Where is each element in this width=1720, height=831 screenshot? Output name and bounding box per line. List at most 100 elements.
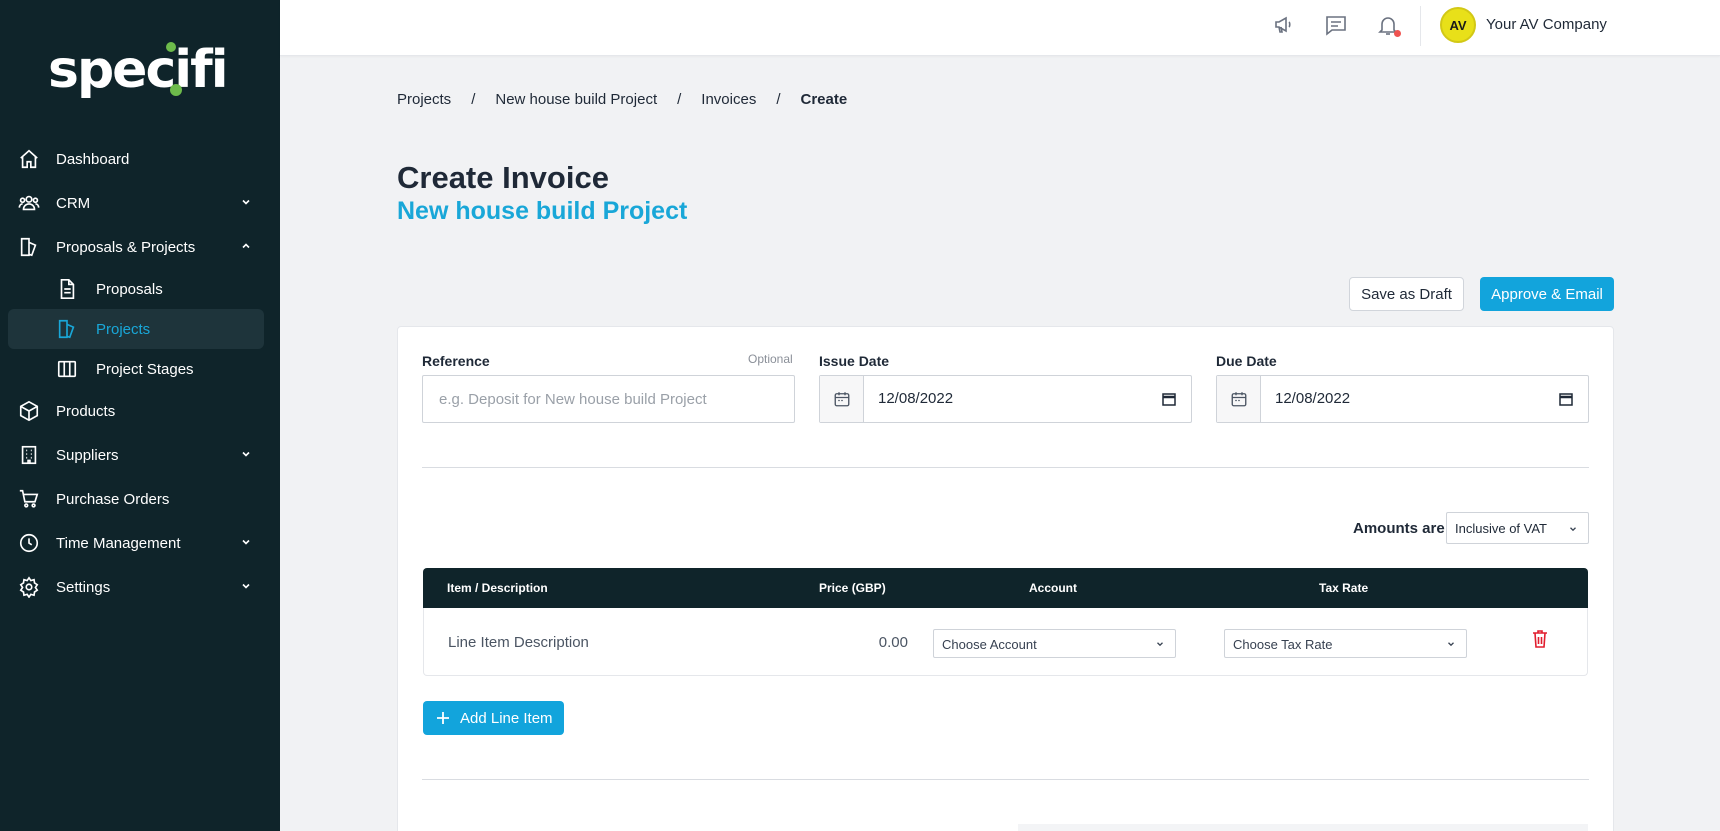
chevron-down-icon	[1157, 642, 1163, 647]
reference-label: Reference	[422, 353, 490, 369]
add-line-item-button[interactable]: Add Line Item	[423, 701, 564, 735]
optional-hint: Optional	[748, 352, 793, 366]
sidebar-item-purchase-orders[interactable]: Purchase Orders	[8, 477, 264, 521]
save-as-draft-button[interactable]: Save as Draft	[1349, 277, 1464, 311]
sidebar-item-products[interactable]: Products	[8, 389, 264, 433]
logo-text: specifi	[48, 40, 229, 100]
sidebar-item-label: CRM	[56, 194, 91, 212]
chevron-down-icon	[242, 583, 250, 589]
page-subtitle: New house build Project	[397, 197, 688, 225]
line-item-description[interactable]: Line Item Description	[448, 634, 589, 651]
sidebar-item-suppliers[interactable]: Suppliers	[8, 433, 264, 477]
megaphone-icon[interactable]	[1272, 13, 1296, 37]
sidebar-item-label: Proposals	[96, 280, 163, 298]
document-icon	[60, 279, 75, 299]
sidebar-item-crm[interactable]: CRM	[8, 181, 264, 225]
trash-icon[interactable]	[1531, 629, 1549, 649]
specifi-logo[interactable]: specifi	[48, 36, 229, 100]
breadcrumb: Projects / New house build Project / Inv…	[397, 91, 847, 108]
page-title: Create Invoice	[397, 160, 609, 195]
sidebar-item-proposals-projects[interactable]: Proposals & Projects	[8, 225, 264, 269]
notification-dot	[1394, 30, 1401, 37]
section-divider	[422, 779, 1589, 780]
chevron-down-icon	[242, 199, 250, 205]
issue-date-label: Issue Date	[819, 353, 890, 369]
calendar-icon	[834, 392, 849, 407]
cart-icon	[19, 489, 39, 508]
sidebar-item-project-stages[interactable]: Project Stages	[8, 349, 264, 389]
chevron-up-icon	[242, 243, 250, 249]
date-picker-icon[interactable]	[1558, 391, 1574, 407]
header-tax-rate: Tax Rate	[1319, 581, 1369, 595]
company-name[interactable]: Your AV Company	[1486, 16, 1607, 33]
sidebar-item-projects[interactable]: Projects	[8, 309, 264, 349]
account-select-value: Choose Account	[942, 637, 1037, 652]
sidebar-item-label: Time Management	[56, 534, 181, 552]
reference-input[interactable]	[422, 375, 795, 423]
sidebar: specifi Dashboard CRM Proposals & Projec…	[0, 0, 280, 831]
line-item-price[interactable]: 0.00	[854, 634, 908, 651]
avatar-initials: AV	[1449, 17, 1467, 33]
amounts-are-label: Amounts are	[1353, 520, 1445, 537]
chevron-down-icon	[242, 451, 250, 457]
chat-icon[interactable]	[1324, 13, 1348, 37]
breadcrumb-separator: /	[471, 91, 476, 108]
due-date-icon-cell	[1217, 376, 1261, 422]
table-row: Line Item Description 0.00 Choose Accoun…	[423, 608, 1588, 676]
topbar: AV Your AV Company	[280, 0, 1720, 56]
users-icon	[18, 195, 40, 211]
sidebar-item-dashboard[interactable]: Dashboard	[8, 137, 264, 181]
breadcrumb-separator: /	[677, 91, 682, 108]
date-picker-icon[interactable]	[1161, 391, 1177, 407]
sidebar-item-label: Purchase Orders	[56, 490, 170, 508]
home-icon	[20, 149, 38, 169]
avatar[interactable]: AV	[1440, 7, 1476, 43]
breadcrumb-separator: /	[776, 91, 781, 108]
totals-panel	[1018, 824, 1588, 831]
box-icon	[19, 400, 39, 422]
logo-dot	[166, 42, 176, 52]
add-line-item-label: Add Line Item	[460, 709, 553, 727]
line-items-header: Item / Description Price (GBP) Account T…	[423, 568, 1588, 608]
chevron-down-icon	[1448, 642, 1454, 647]
columns-icon	[57, 360, 77, 378]
sidebar-item-label: Settings	[56, 578, 111, 596]
sidebar-item-label: Projects	[96, 320, 151, 338]
tax-rate-select[interactable]: Choose Tax Rate	[1224, 629, 1467, 658]
sidebar-item-label: Products	[56, 402, 116, 420]
tax-rate-select-value: Choose Tax Rate	[1233, 637, 1333, 652]
header-price: Price (GBP)	[819, 581, 886, 595]
building-icon	[21, 445, 37, 465]
issue-date-icon-cell	[820, 376, 864, 422]
sidebar-nav: Dashboard CRM Proposals & Projects Propo…	[8, 137, 264, 609]
issue-date-value: 12/08/2022	[878, 390, 954, 407]
due-date-value: 12/08/2022	[1275, 390, 1351, 407]
projects-icon	[58, 319, 75, 339]
amounts-select[interactable]: Inclusive of VAT	[1446, 512, 1589, 544]
logo-dot-green	[170, 84, 182, 96]
clock-icon	[19, 533, 39, 553]
sidebar-item-label: Project Stages	[96, 360, 194, 378]
sidebar-item-settings[interactable]: Settings	[8, 565, 264, 609]
sidebar-item-label: Suppliers	[56, 446, 119, 464]
approve-email-button[interactable]: Approve & Email	[1480, 277, 1614, 311]
chevron-down-icon	[242, 539, 250, 545]
issue-date-field[interactable]: 12/08/2022	[819, 375, 1192, 423]
header-item-description: Item / Description	[447, 581, 548, 595]
proposals-projects-icon	[20, 237, 37, 257]
sidebar-item-time-management[interactable]: Time Management	[8, 521, 264, 565]
chevron-down-icon	[1570, 527, 1576, 532]
header-account: Account	[1029, 581, 1077, 595]
sidebar-item-proposals[interactable]: Proposals	[8, 269, 264, 309]
gear-icon	[19, 576, 39, 598]
sidebar-item-label: Proposals & Projects	[56, 238, 196, 256]
breadcrumb-projects[interactable]: Projects	[397, 91, 451, 108]
breadcrumb-invoices[interactable]: Invoices	[701, 91, 756, 108]
breadcrumb-project[interactable]: New house build Project	[495, 91, 657, 108]
breadcrumb-current: Create	[800, 91, 848, 108]
account-select[interactable]: Choose Account	[933, 629, 1176, 658]
due-date-field[interactable]: 12/08/2022	[1216, 375, 1589, 423]
calendar-icon	[1231, 392, 1246, 407]
sidebar-item-label: Dashboard	[56, 150, 130, 168]
section-divider	[422, 467, 1589, 468]
